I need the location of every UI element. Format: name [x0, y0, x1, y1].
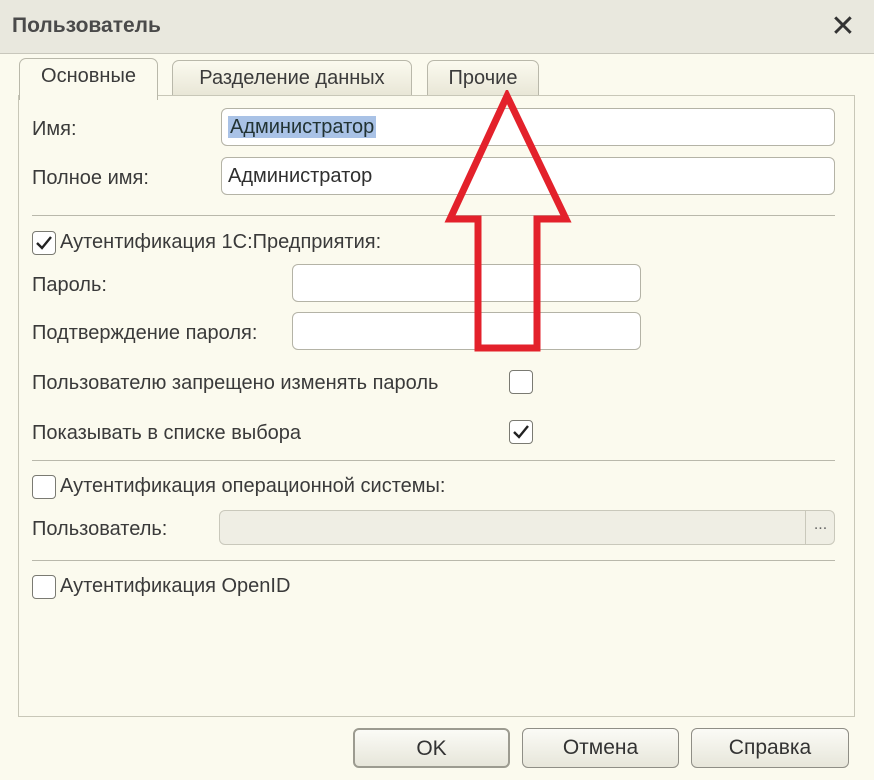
auth-openid-checkbox[interactable] [32, 575, 56, 599]
cancel-button[interactable]: Отмена [522, 728, 679, 768]
tab-data-separation[interactable]: Разделение данных [172, 60, 412, 96]
title-bar: Пользователь ✕ [0, 0, 874, 54]
forbid-change-checkbox[interactable] [509, 370, 533, 394]
os-user-input[interactable] [219, 510, 835, 545]
confirm-password-label: Подтверждение пароля: [32, 322, 258, 344]
auth-os-checkbox[interactable] [32, 475, 56, 499]
auth-1c-label: Аутентификация 1С:Предприятия: [60, 231, 382, 253]
forbid-change-label: Пользователю запрещено изменять пароль [32, 372, 439, 394]
ok-button[interactable]: OK [353, 728, 510, 768]
fullname-label: Полное имя: [32, 167, 149, 189]
fullname-input-value: Администратор [228, 165, 373, 187]
checkmark-icon [513, 425, 529, 439]
browse-button[interactable]: ... [805, 510, 835, 545]
help-button[interactable]: Справка [691, 728, 849, 768]
password-label: Пароль: [32, 274, 107, 296]
os-user-label: Пользователь: [32, 518, 168, 540]
name-label: Имя: [32, 118, 77, 140]
separator [32, 215, 835, 216]
auth-os-label: Аутентификация операционной системы: [60, 475, 446, 497]
auth-1c-checkbox[interactable] [32, 231, 56, 255]
show-in-list-checkbox[interactable] [509, 420, 533, 444]
tab-main-label: Основные [41, 65, 136, 87]
user-dialog: Пользователь ✕ Основные Разделение данны… [0, 0, 874, 780]
close-icon[interactable]: ✕ [826, 10, 860, 44]
show-in-list-label: Показывать в списке выбора [32, 422, 302, 444]
tab-main[interactable]: Основные [19, 58, 158, 100]
annotation-arrow-icon [444, 90, 572, 352]
tab-other-label: Прочие [448, 67, 518, 89]
separator [32, 560, 835, 561]
auth-openid-label: Аутентификация OpenID [60, 575, 291, 597]
name-input-value: Администратор [228, 116, 377, 138]
tab-data-separation-label: Разделение данных [199, 67, 385, 89]
separator [32, 460, 835, 461]
checkmark-icon [36, 236, 52, 250]
window-title: Пользователь [12, 14, 161, 37]
